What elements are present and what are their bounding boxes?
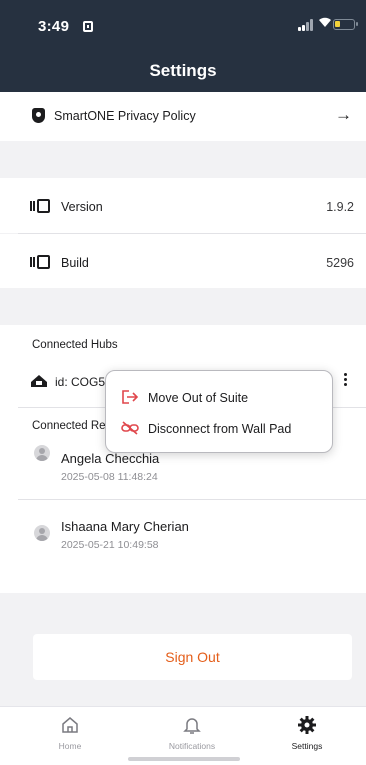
tab-label: Notifications — [168, 741, 216, 751]
privacy-policy-row[interactable]: SmartONE Privacy Policy → — [0, 92, 366, 141]
bell-icon — [182, 715, 202, 735]
status-bar: 3:49 — [0, 0, 366, 50]
arrow-right-icon[interactable]: → — [335, 105, 352, 125]
context-menu: Move Out of Suite Disconnect from Wall P… — [105, 370, 333, 453]
unlink-icon — [121, 420, 139, 436]
signal-icon — [298, 19, 316, 31]
version-value: 1.9.2 — [326, 200, 354, 214]
lock-icon — [83, 21, 93, 32]
connected-hubs-heading: Connected Hubs — [32, 339, 118, 351]
tab-label: Home — [58, 741, 82, 751]
version-row: Version 1.9.2 — [0, 178, 366, 233]
resident-timestamp: 2025-05-21 10:49:58 — [61, 539, 159, 551]
divider — [18, 499, 366, 500]
avatar — [34, 445, 50, 461]
privacy-policy-label: SmartONE Privacy Policy — [54, 109, 196, 123]
move-out-menu-item[interactable]: Move Out of Suite — [106, 382, 334, 412]
battery-icon — [333, 19, 358, 30]
tab-settings[interactable]: Settings — [257, 707, 357, 765]
gear-icon — [297, 715, 317, 735]
resident-timestamp: 2025-05-08 11:48:24 — [61, 471, 158, 483]
tab-label: Settings — [291, 741, 323, 751]
shield-icon — [32, 108, 45, 123]
build-value: 5296 — [326, 256, 354, 270]
connections-section: Connected Hubs id: COG5 Connected Re Ang… — [0, 325, 366, 593]
hub-id: id: COG5 — [55, 375, 106, 389]
kebab-menu-icon[interactable] — [344, 373, 348, 388]
app-header: Settings — [0, 50, 366, 92]
move-out-icon — [121, 389, 139, 405]
resident-name: Angela Checchia — [61, 451, 160, 466]
build-row: Build 5296 — [0, 234, 366, 288]
home-icon — [60, 715, 80, 735]
sign-out-button[interactable]: Sign Out — [33, 634, 352, 680]
menu-item-label: Disconnect from Wall Pad — [148, 422, 292, 436]
page-title: Settings — [149, 61, 217, 80]
resident-name: Ishaana Mary Cherian — [61, 519, 189, 534]
connected-residents-heading: Connected Re — [32, 420, 106, 432]
tab-home[interactable]: Home — [20, 707, 120, 765]
menu-item-label: Move Out of Suite — [148, 391, 249, 405]
wifi-icon — [318, 16, 332, 31]
device-icon — [30, 255, 52, 269]
hub-icon — [30, 374, 48, 388]
status-time: 3:49 — [38, 18, 70, 35]
version-label: Version — [61, 200, 103, 214]
disconnect-menu-item[interactable]: Disconnect from Wall Pad — [106, 413, 334, 443]
device-icon — [30, 199, 52, 213]
home-indicator — [128, 757, 240, 761]
build-label: Build — [61, 256, 89, 270]
avatar — [34, 525, 50, 541]
